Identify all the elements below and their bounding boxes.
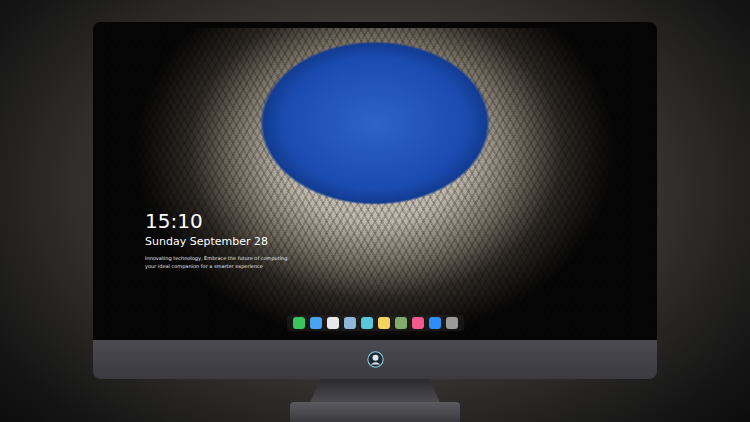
dock-app-icon[interactable] bbox=[293, 317, 305, 329]
tagline-line: your ideal companion for a smarter exper… bbox=[145, 263, 650, 269]
clock-time: 15:10 bbox=[145, 209, 650, 233]
dock-app-icon[interactable] bbox=[327, 317, 339, 329]
stand-neck bbox=[310, 379, 440, 402]
screen-bezel: 15:10 Sunday September 28 Innovating tec… bbox=[93, 22, 657, 340]
monitor: 15:10 Sunday September 28 Innovating tec… bbox=[93, 22, 657, 422]
dock bbox=[287, 315, 464, 331]
dock-app-icon[interactable] bbox=[412, 317, 424, 329]
clock-date: Sunday September 28 bbox=[145, 235, 650, 249]
dock-app-icon[interactable] bbox=[446, 317, 458, 329]
dock-app-icon[interactable] bbox=[310, 317, 322, 329]
dock-app-icon[interactable] bbox=[361, 317, 373, 329]
dock-app-icon[interactable] bbox=[378, 317, 390, 329]
dock-app-icon[interactable] bbox=[429, 317, 441, 329]
brand-logo-icon bbox=[367, 351, 384, 368]
page: 15:10 Sunday September 28 Innovating tec… bbox=[0, 0, 750, 422]
lock-screen[interactable]: 15:10 Sunday September 28 Innovating tec… bbox=[100, 28, 650, 335]
tagline-line: Innovating technology, Embrace the futur… bbox=[145, 255, 650, 261]
monitor-chin bbox=[93, 340, 657, 379]
dock-app-icon[interactable] bbox=[344, 317, 356, 329]
stand-base bbox=[290, 402, 460, 422]
dock-app-icon[interactable] bbox=[395, 317, 407, 329]
clock-group: 15:10 Sunday September 28 Innovating tec… bbox=[145, 209, 650, 269]
